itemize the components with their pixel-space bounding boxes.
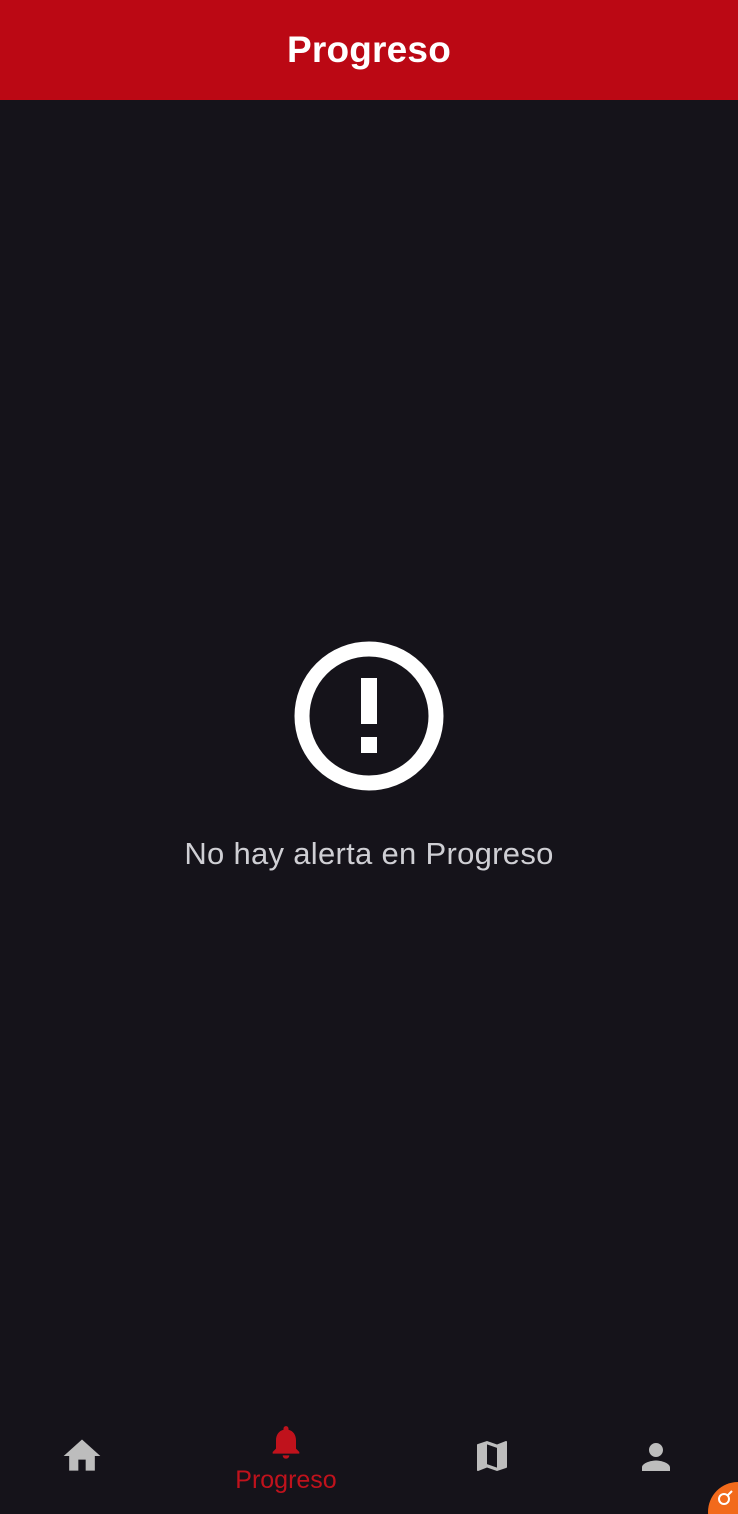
page-title: Progreso (286, 29, 452, 70)
app-screen: Progreso No hay alerta en Progreso Progr… (0, 0, 738, 1514)
empty-message: No hay alerta en Progreso (184, 836, 554, 871)
nav-item-home[interactable] (40, 1410, 124, 1514)
nav-item-profile[interactable] (616, 1410, 696, 1514)
bottom-navigation: Progreso (0, 1410, 738, 1514)
app-bar: Progreso (0, 0, 738, 100)
orange-bubble-icon (718, 1490, 733, 1505)
home-icon (63, 1439, 101, 1471)
empty-state: No hay alerta en Progreso (0, 640, 738, 872)
exclamation-circle-icon (294, 641, 444, 791)
nav-item-progreso[interactable]: Progreso (206, 1410, 366, 1514)
person-icon (642, 1443, 670, 1471)
nav-item-map[interactable] (452, 1410, 532, 1514)
map-icon (477, 1441, 507, 1471)
nav-item-label: Progreso (235, 1466, 337, 1494)
bell-icon (272, 1426, 300, 1459)
